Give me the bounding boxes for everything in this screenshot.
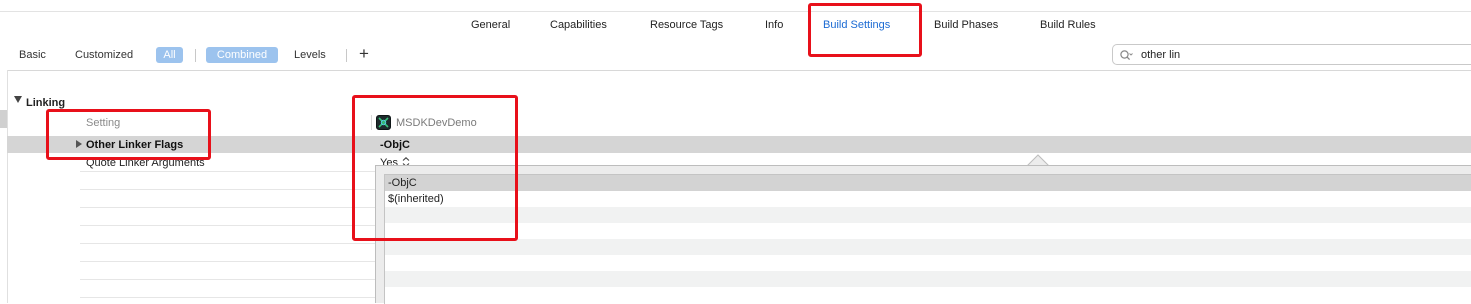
divider — [80, 225, 375, 226]
tab-build-rules[interactable]: Build Rules — [1040, 19, 1096, 31]
divider — [80, 207, 375, 208]
section-title-linking[interactable]: Linking — [26, 97, 65, 109]
divider — [80, 171, 375, 172]
list-item[interactable]: $(inherited) — [385, 191, 1471, 207]
annotation-box — [352, 95, 518, 241]
divider — [80, 297, 375, 298]
list-item — [385, 271, 1471, 287]
list-item — [385, 255, 1471, 271]
divider — [80, 189, 375, 190]
divider — [195, 49, 196, 62]
table-row-other-linker-flags[interactable] — [7, 136, 1471, 153]
tab-build-phases[interactable]: Build Phases — [934, 19, 998, 31]
filter-combined-button[interactable]: Combined — [206, 47, 278, 63]
value-list[interactable]: -ObjC $(inherited) — [384, 174, 1471, 304]
tab-capabilities[interactable]: Capabilities — [550, 19, 607, 31]
search-field[interactable] — [1112, 44, 1471, 65]
add-setting-button[interactable]: + — [359, 45, 369, 63]
list-item — [385, 207, 1471, 223]
left-gutter — [0, 70, 8, 303]
filter-levels-button[interactable]: Levels — [294, 49, 326, 61]
filter-bar: Basic Customized All Combined Levels + — [0, 40, 1471, 71]
tab-info[interactable]: Info — [765, 19, 783, 31]
divider — [0, 11, 1471, 12]
editor-tab-bar: General Capabilities Resource Tags Info … — [0, 0, 1471, 41]
selection-marker — [0, 110, 7, 128]
value-editor-popover: -ObjC $(inherited) — [375, 165, 1471, 304]
filter-basic-button[interactable]: Basic — [19, 49, 46, 61]
search-icon — [1120, 50, 1133, 61]
list-item[interactable]: -ObjC — [385, 175, 1471, 191]
annotation-box — [808, 3, 922, 57]
filter-all-button[interactable]: All — [156, 47, 183, 63]
annotation-box — [46, 109, 211, 160]
list-item — [385, 239, 1471, 255]
divider — [80, 261, 375, 262]
filter-customized-button[interactable]: Customized — [75, 49, 133, 61]
disclosure-open-icon[interactable] — [14, 96, 22, 103]
divider — [80, 243, 375, 244]
list-item — [385, 223, 1471, 239]
divider — [80, 279, 375, 280]
search-input[interactable] — [1141, 47, 1461, 62]
divider — [346, 49, 347, 62]
tab-resource-tags[interactable]: Resource Tags — [650, 19, 723, 31]
tab-general[interactable]: General — [471, 19, 510, 31]
list-item — [385, 287, 1471, 303]
